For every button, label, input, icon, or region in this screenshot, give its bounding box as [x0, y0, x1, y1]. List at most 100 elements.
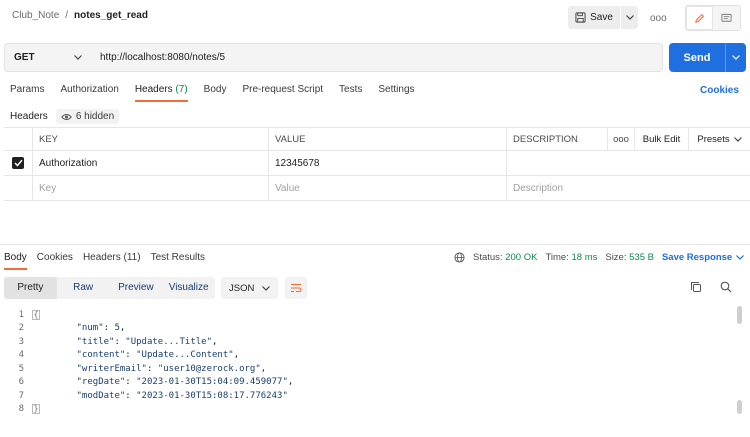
tab-params[interactable]: Params: [10, 84, 44, 102]
request-name[interactable]: notes_get_read: [74, 10, 148, 21]
method-select[interactable]: GET: [4, 43, 92, 72]
closing-brace: }: [32, 404, 40, 415]
chevron-down-icon: [625, 15, 634, 20]
code-line: 4 "content": "Update...Content",: [18, 350, 240, 361]
size-label: Size:: [605, 252, 627, 263]
new-value-input[interactable]: Value: [268, 176, 506, 200]
send-button[interactable]: Send: [669, 43, 725, 72]
tab-headers[interactable]: Headers (7): [134, 84, 188, 102]
save-label: Save: [590, 12, 613, 23]
time-label: Time:: [545, 252, 569, 263]
code-line: 6 "regDate": "2023-01-30T15:04:09.459077…: [18, 377, 294, 388]
chevron-down-icon: [262, 285, 270, 291]
cookies-link[interactable]: Cookies: [700, 85, 739, 96]
new-key-input[interactable]: Key: [32, 176, 268, 200]
vertical-scrollbar-thumb-bottom[interactable]: [737, 400, 742, 414]
tab-prerequest-script[interactable]: Pre-request Script: [242, 84, 323, 102]
send-button-group: Send: [669, 43, 746, 72]
view-toggle: [685, 5, 741, 31]
headers-title: Headers: [10, 111, 48, 122]
tab-tests[interactable]: Tests: [339, 84, 362, 102]
header-value-input[interactable]: 12345678: [268, 151, 506, 175]
column-options-button[interactable]: ooo: [607, 128, 634, 150]
header-checkbox-col: [4, 128, 32, 150]
code-line: 3 "title": "Update...Title",: [18, 336, 218, 347]
headers-subheader: Headers 6 hidden: [10, 109, 120, 124]
breadcrumb-collection[interactable]: Club_Note: [12, 10, 59, 21]
chevron-down-icon: [732, 55, 740, 60]
chevron-down-icon: [733, 136, 742, 142]
save-icon: [575, 12, 586, 23]
wrap-icon: [291, 283, 302, 293]
response-tabs: Body Cookies Headers (11) Test Results: [4, 252, 215, 270]
more-actions-button[interactable]: ooo: [650, 13, 667, 24]
view-preview[interactable]: Preview: [110, 277, 163, 299]
col-description: DESCRIPTION: [506, 128, 607, 150]
save-options-button[interactable]: [621, 6, 638, 29]
edit-mode-button[interactable]: [686, 6, 713, 30]
format-select[interactable]: JSON: [221, 277, 278, 299]
header-description-input[interactable]: [506, 151, 750, 175]
response-view-selector: Pretty Raw Preview Visualize: [4, 277, 215, 299]
table-row-empty: Key Value Description: [4, 176, 750, 201]
status-text: Status: 200 OK: [473, 252, 537, 263]
headers-table: KEY VALUE DESCRIPTION ooo Bulk Edit Pres…: [4, 127, 750, 201]
request-tabs: Params Authorization Headers (7) Body Pr…: [10, 84, 431, 102]
send-options-button[interactable]: [725, 43, 746, 72]
pencil-icon: [695, 13, 705, 23]
tab-body[interactable]: Body: [204, 84, 227, 102]
response-status: Status: 200 OK Time: 18 ms Size: 535 B S…: [454, 252, 745, 263]
resp-tab-test-results[interactable]: Test Results: [151, 252, 205, 270]
empty-checkbox-cell: [4, 176, 32, 200]
new-description-input[interactable]: Description: [506, 176, 750, 200]
tab-headers-label: Headers: [134, 84, 173, 95]
row-checkbox[interactable]: [4, 151, 32, 175]
response-body-editor[interactable]: 1{ 2 "num": 5, 3 "title": "Update...Titl…: [0, 308, 750, 416]
status-label: Status:: [473, 252, 503, 263]
code-line: 1{: [18, 309, 40, 320]
wrap-lines-button[interactable]: [285, 277, 307, 299]
save-response-label: Save Response: [661, 252, 733, 263]
presets-dropdown[interactable]: Presets: [688, 128, 750, 150]
presets-label: Presets: [697, 133, 730, 145]
resp-tab-cookies[interactable]: Cookies: [37, 252, 73, 270]
table-header-row: KEY VALUE DESCRIPTION ooo Bulk Edit Pres…: [4, 127, 750, 151]
pane-divider[interactable]: [0, 244, 750, 245]
code-line: 8}: [18, 404, 40, 415]
breadcrumb-separator: /: [65, 10, 69, 21]
hidden-count: 6 hidden: [75, 111, 115, 122]
time-value: 18 ms: [571, 252, 598, 263]
view-raw[interactable]: Raw: [57, 277, 110, 299]
tab-authorization[interactable]: Authorization: [60, 84, 118, 102]
bulk-edit-button[interactable]: Bulk Edit: [634, 128, 688, 150]
header-key-input[interactable]: Authorization: [32, 151, 268, 175]
globe-icon[interactable]: [454, 252, 465, 263]
comments-button[interactable]: [713, 6, 740, 30]
col-key: KEY: [32, 128, 268, 150]
time-text: Time: 18 ms: [545, 252, 597, 263]
url-input[interactable]: http://localhost:8080/notes/5: [91, 43, 663, 72]
table-row: Authorization 12345678: [4, 151, 750, 176]
col-value: VALUE: [268, 128, 506, 150]
method-label: GET: [14, 52, 35, 63]
comment-icon: [721, 13, 732, 22]
resp-tab-headers[interactable]: Headers (11): [83, 252, 141, 270]
resp-tab-body[interactable]: Body: [4, 252, 27, 270]
tab-headers-count: (7): [175, 84, 188, 95]
save-response-button[interactable]: Save Response: [661, 252, 745, 263]
fold-toggle[interactable]: {: [32, 309, 40, 320]
tab-settings[interactable]: Settings: [378, 84, 414, 102]
view-visualize[interactable]: Visualize: [162, 277, 215, 299]
code-line: 2 "num": 5,: [18, 323, 126, 334]
size-text: Size: 535 B: [605, 252, 654, 263]
copy-icon: [691, 282, 701, 292]
search-button[interactable]: [720, 281, 732, 296]
status-value: 200 OK: [505, 252, 538, 263]
eye-icon: [60, 113, 72, 120]
view-pretty[interactable]: Pretty: [4, 277, 57, 299]
copy-button[interactable]: [690, 281, 702, 296]
vertical-scrollbar-thumb[interactable]: [737, 306, 742, 324]
format-label: JSON: [229, 282, 255, 294]
hidden-headers-toggle[interactable]: 6 hidden: [55, 109, 120, 124]
save-button[interactable]: Save: [568, 6, 620, 29]
